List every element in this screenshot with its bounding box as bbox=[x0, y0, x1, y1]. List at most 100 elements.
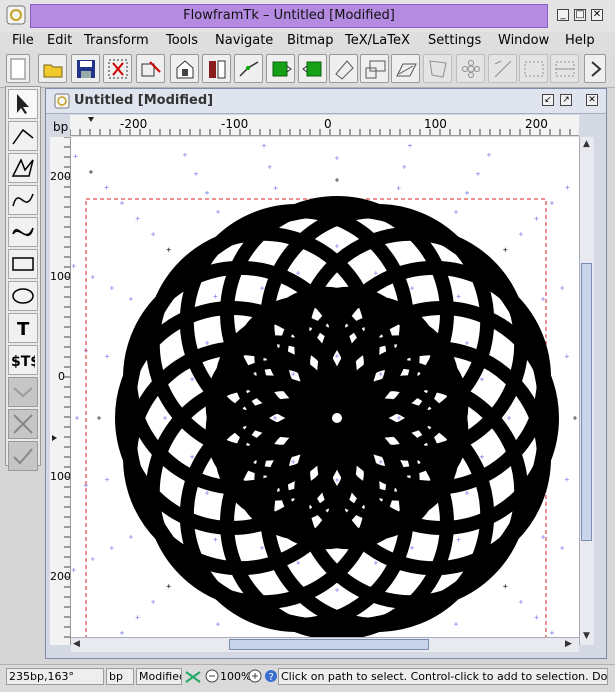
save-button[interactable] bbox=[71, 54, 100, 83]
scroll-up-icon[interactable]: ▲ bbox=[583, 139, 590, 149]
more-tools-button[interactable] bbox=[584, 54, 606, 83]
menu-bitmap[interactable]: Bitmap bbox=[287, 33, 334, 48]
text-icon: T bbox=[17, 319, 30, 340]
distort-button[interactable] bbox=[423, 54, 452, 83]
scale-button[interactable] bbox=[360, 54, 389, 83]
grid-mark bbox=[573, 416, 577, 420]
status-zoom: 100% bbox=[220, 670, 252, 683]
horizontal-scroll-thumb[interactable] bbox=[229, 639, 429, 650]
app-icon bbox=[6, 5, 26, 25]
zoom-out-icon[interactable] bbox=[205, 669, 219, 683]
document-close-button[interactable]: ✕ bbox=[586, 94, 598, 106]
vruler-label: 0 bbox=[58, 370, 65, 383]
join-button[interactable] bbox=[234, 54, 263, 83]
document-iconify-button[interactable]: ↙ bbox=[542, 94, 554, 106]
grid-mark bbox=[291, 459, 296, 464]
closed-line-tool[interactable] bbox=[8, 153, 38, 183]
horizontal-ruler-ticks: -200 -100 0 100 200 bbox=[69, 117, 571, 135]
save-icon bbox=[77, 60, 95, 78]
grid-mark bbox=[335, 478, 339, 482]
move-down-button[interactable] bbox=[202, 54, 231, 83]
grid-mark bbox=[456, 537, 461, 542]
select-tool[interactable] bbox=[8, 89, 38, 119]
grid-mark bbox=[454, 209, 458, 214]
math-text-tool[interactable]: $T$ bbox=[8, 345, 38, 375]
grid-lock-icon[interactable] bbox=[184, 669, 202, 685]
rotate-button[interactable] bbox=[329, 54, 358, 83]
close-button[interactable]: ✕ bbox=[591, 9, 603, 21]
menu-window[interactable]: Window bbox=[498, 33, 549, 48]
open-line-tool[interactable] bbox=[8, 121, 38, 151]
ruler-marker-icon bbox=[52, 435, 57, 441]
menu-tex-latex[interactable]: TeX/LaTeX bbox=[345, 33, 410, 48]
move-up-button[interactable] bbox=[170, 54, 199, 83]
vertical-scrollbar[interactable]: ▲ ▼ bbox=[579, 137, 594, 645]
grid-mark bbox=[507, 416, 511, 420]
closed-curve-tool[interactable] bbox=[8, 217, 38, 247]
grid-mark bbox=[105, 354, 110, 359]
text-tool[interactable]: T bbox=[8, 313, 38, 343]
grid-mark bbox=[503, 247, 508, 252]
vertical-ruler[interactable]: 200 100 0 100 200 bbox=[50, 136, 71, 645]
grid-mark bbox=[273, 416, 277, 420]
grid-mark bbox=[216, 209, 220, 214]
zoom-in-icon[interactable] bbox=[248, 669, 262, 683]
hruler-label: 100 bbox=[424, 117, 447, 131]
scroll-right-icon[interactable]: ▶ bbox=[565, 639, 572, 649]
disabled-cross-icon bbox=[13, 414, 33, 434]
grid-mark bbox=[402, 164, 407, 169]
open-curve-tool[interactable] bbox=[8, 185, 38, 215]
shear-button[interactable] bbox=[391, 54, 420, 83]
rectangle-tool[interactable] bbox=[8, 249, 38, 279]
menu-settings[interactable]: Settings bbox=[428, 33, 481, 48]
grid-mark bbox=[262, 143, 267, 148]
open-button[interactable] bbox=[38, 54, 67, 83]
tool-palette: T $T$ bbox=[5, 86, 41, 471]
document-maximize-button[interactable]: ↗ bbox=[560, 94, 572, 106]
menu-file[interactable]: File bbox=[12, 33, 34, 48]
grid-mark bbox=[190, 377, 195, 382]
grid-mark bbox=[105, 477, 110, 482]
grid-mark bbox=[120, 201, 125, 206]
help-icon[interactable]: ? bbox=[264, 669, 278, 683]
ellipse-icon bbox=[12, 288, 34, 304]
document-titlebar: Untitled [Modified] ↙ ↗ ✕ bbox=[46, 89, 606, 114]
menu-edit[interactable]: Edit bbox=[47, 33, 72, 48]
canvas-drawing bbox=[71, 143, 577, 645]
new-button[interactable] bbox=[6, 54, 30, 83]
grid-mark bbox=[565, 185, 570, 190]
status-unit[interactable]: bp bbox=[106, 668, 134, 685]
rosette-drawing[interactable] bbox=[115, 196, 559, 640]
flowframe-button[interactable] bbox=[488, 54, 517, 83]
maximize-button[interactable]: □ bbox=[574, 9, 586, 21]
horizontal-ruler[interactable]: -200 -100 0 100 200 bbox=[69, 115, 579, 136]
scroll-left-icon[interactable]: ◀ bbox=[73, 639, 80, 649]
group-button[interactable] bbox=[266, 54, 295, 83]
hruler-label: -100 bbox=[221, 117, 248, 131]
minimize-button[interactable]: _ bbox=[557, 9, 569, 21]
select-all-button[interactable] bbox=[103, 54, 132, 83]
menu-tools[interactable]: Tools bbox=[166, 33, 198, 48]
grid-mark bbox=[560, 286, 565, 290]
menu-navigate[interactable]: Navigate bbox=[215, 33, 273, 48]
edit-path-button[interactable] bbox=[136, 54, 165, 83]
pattern-button[interactable] bbox=[456, 54, 485, 83]
window-titlebar: FlowframTk – Untitled [Modified] _ □ ✕ bbox=[0, 0, 615, 33]
grid-mark bbox=[560, 546, 565, 550]
menu-help[interactable]: Help bbox=[565, 33, 595, 48]
ellipse-tool[interactable] bbox=[8, 281, 38, 311]
document-title: Untitled [Modified] bbox=[74, 93, 214, 108]
scroll-down-icon[interactable]: ▼ bbox=[583, 631, 590, 641]
ungroup-button[interactable] bbox=[298, 54, 327, 83]
menu-transform[interactable]: Transform bbox=[84, 33, 149, 48]
grid-mark bbox=[397, 416, 401, 420]
drawing-canvas[interactable] bbox=[71, 137, 579, 645]
grid-mark bbox=[518, 232, 523, 237]
horizontal-scrollbar[interactable]: ◀ ▶ bbox=[71, 637, 579, 652]
grid-mark bbox=[273, 186, 278, 191]
vertical-scroll-thumb[interactable] bbox=[581, 263, 592, 541]
grid-button[interactable] bbox=[519, 54, 548, 83]
grid-mark bbox=[205, 341, 210, 345]
lock-grid-button[interactable] bbox=[550, 54, 579, 83]
grid-mark bbox=[151, 232, 156, 237]
